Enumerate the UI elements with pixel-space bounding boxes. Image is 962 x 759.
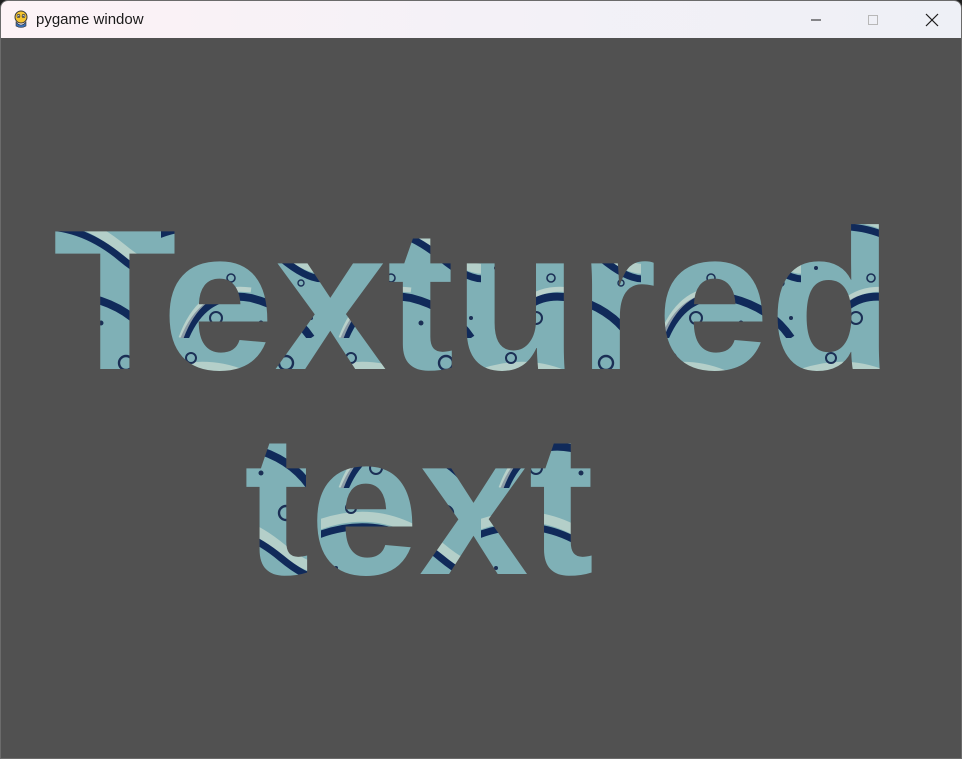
maximize-icon (868, 14, 878, 25)
maximize-button[interactable] (844, 1, 902, 38)
close-button[interactable] (903, 1, 961, 38)
minimize-icon (811, 19, 821, 20)
close-icon (925, 13, 939, 26)
pygame-window: pygame window Textured text (0, 0, 962, 759)
pygame-snake-icon (14, 10, 28, 28)
textured-text-drawing: Textured text (53, 189, 893, 617)
textured-text-line2: text (244, 394, 594, 617)
minimize-button[interactable] (787, 1, 845, 38)
game-canvas[interactable]: Textured text (1, 38, 961, 758)
title-bar[interactable]: pygame window (1, 1, 961, 38)
textured-text-line1: Textured (53, 189, 893, 412)
window-title: pygame window (36, 11, 144, 28)
